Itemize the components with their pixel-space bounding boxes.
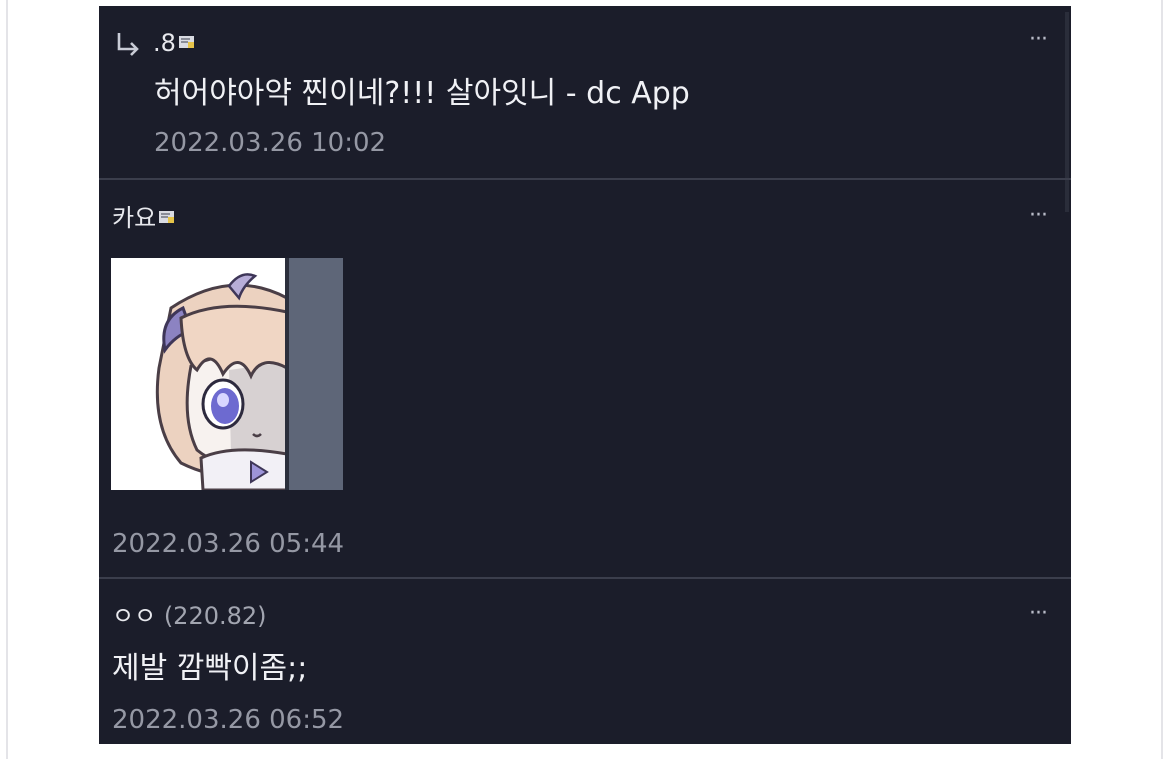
comment-text: 허어야아약 찐이네?!!! 살아잇니 - dc App — [154, 76, 690, 111]
comment-divider — [99, 178, 1071, 180]
peeking-anime-girl-sticker[interactable] — [111, 258, 343, 492]
more-options-button[interactable]: ··· — [1023, 205, 1053, 227]
comment-timestamp: 2022.03.26 06:52 — [112, 705, 345, 735]
fixed-nick-badge-icon — [159, 211, 175, 223]
comment-timestamp: 2022.03.26 10:02 — [154, 128, 387, 158]
more-options-button[interactable]: ··· — [1023, 29, 1053, 51]
reply-arrow-icon — [117, 33, 139, 56]
comment-text: 제발 깜빡이좀;; — [112, 651, 308, 686]
nick-label: 카요 — [112, 204, 157, 232]
reply-thread-edge — [1065, 12, 1069, 212]
ip-label: (220.82) — [163, 602, 267, 630]
more-options-button[interactable]: ··· — [1023, 603, 1053, 625]
comment-nick[interactable]: 카요 — [112, 204, 175, 232]
nick-label: ㅇㅇ — [112, 602, 157, 630]
comment-nick[interactable]: .8 — [153, 29, 195, 57]
comment-list: .8 ··· 허어야아약 찐이네?!!! 살아잇니 - dc App 2022.… — [99, 6, 1071, 744]
nick-label: .8 — [153, 29, 176, 57]
page-left-edge — [6, 0, 8, 759]
page-right-edge — [1161, 0, 1163, 759]
fixed-nick-badge-icon — [178, 36, 194, 48]
comment-divider — [99, 577, 1071, 579]
sticker-image — [111, 258, 343, 492]
screenshot-page: .8 ··· 허어야아약 찐이네?!!! 살아잇니 - dc App 2022.… — [0, 0, 1170, 759]
comment-timestamp: 2022.03.26 05:44 — [112, 529, 345, 559]
comment-nick[interactable]: ㅇㅇ (220.82) — [112, 602, 267, 630]
